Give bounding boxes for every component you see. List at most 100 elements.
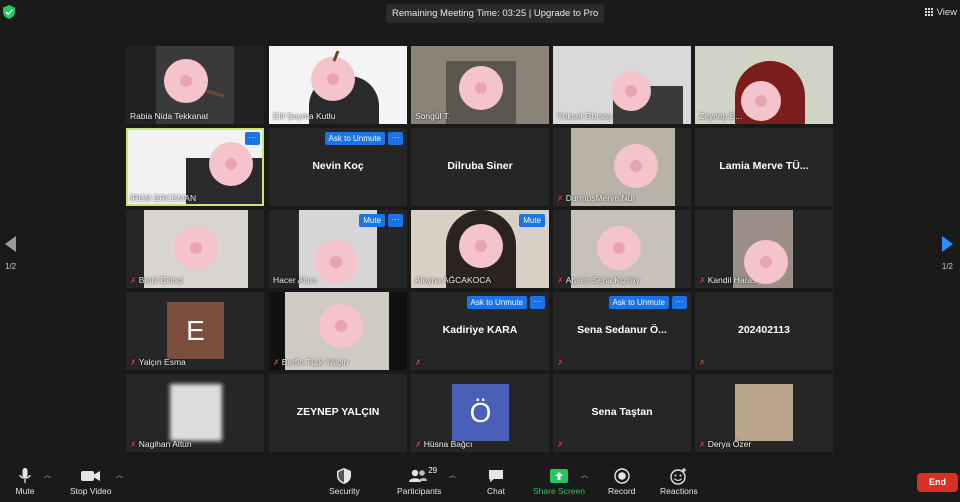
muted-mic-icon: ✗ xyxy=(415,439,422,449)
muted-mic-icon: ✗ xyxy=(415,358,422,367)
record-button[interactable]: Record xyxy=(608,466,635,496)
page-indicator-left: 1/2 xyxy=(5,262,17,271)
share-options-caret-icon[interactable]: ︿ xyxy=(581,470,588,480)
participant-tile[interactable]: Zeynep E... xyxy=(695,46,833,124)
muted-mic-icon: ✗ xyxy=(557,440,564,449)
arrow-left-icon[interactable] xyxy=(5,236,17,252)
participant-name: Sena Sedanur Ö... xyxy=(577,324,667,336)
participant-avatar xyxy=(170,384,222,441)
participant-tile[interactable]: ✗ Berfin Türk Yalçın xyxy=(269,292,407,370)
participant-name: Yüksel Gürsoy xyxy=(557,111,613,121)
muted-mic-icon: ✗ xyxy=(699,275,706,285)
arrow-right-icon[interactable] xyxy=(941,236,953,252)
muted-mic-icon: ✗ xyxy=(699,439,706,449)
participant-tile[interactable]: ✗ Derya Özer xyxy=(695,374,833,452)
participant-name: ✗ Hüsna Bağcı xyxy=(415,439,473,449)
participant-tile[interactable]: Ö ✗ Hüsna Bağcı xyxy=(411,374,549,452)
view-button[interactable]: View xyxy=(924,5,957,19)
participant-name: ✗ Berfin Türk Yalçın xyxy=(273,357,349,367)
end-meeting-button[interactable]: End xyxy=(917,473,958,492)
participant-tile[interactable]: ✗ Nagihan Altun xyxy=(126,374,264,452)
participant-tile[interactable]: Ask to Unmute ··· Kadiriye KARA ✗ xyxy=(411,292,549,370)
participant-tile[interactable]: Ask to Unmute ··· Nevin Koç xyxy=(269,128,407,206)
participant-tile[interactable]: Lamia Merve TÜ... xyxy=(695,128,833,206)
participant-tile[interactable]: Songül T. xyxy=(411,46,549,124)
participants-button[interactable]: 29 Participants xyxy=(397,466,441,496)
participant-tile[interactable]: E ✗ Yalçın Esma xyxy=(126,292,264,370)
meeting-timer-banner[interactable]: Remaining Meeting Time: 03:25 | Upgrade … xyxy=(386,4,605,23)
audio-options-caret-icon[interactable]: ︿ xyxy=(44,470,51,480)
participant-name: Dilruba Siner xyxy=(447,160,513,172)
participant-name: Elif Şeyma Kutlu xyxy=(273,111,336,121)
participant-tile-active-speaker[interactable]: ··· İREM ERCEMAN xyxy=(126,128,264,206)
participant-tile[interactable]: Sena Taştan ✗ xyxy=(553,374,691,452)
ask-to-unmute-button[interactable]: Ask to Unmute xyxy=(608,296,669,309)
participant-name: Nevin Koç xyxy=(312,160,364,172)
microphone-icon xyxy=(14,466,36,486)
mute-button[interactable]: Mute xyxy=(519,214,545,227)
stop-video-button[interactable]: Stop Video xyxy=(70,466,111,496)
more-options-button[interactable]: ··· xyxy=(388,214,403,227)
participant-name: ✗ Nagihan Altun xyxy=(130,439,192,449)
share-screen-button[interactable]: Share Screen xyxy=(533,466,585,496)
participant-tile[interactable]: Dilruba Siner xyxy=(411,128,549,206)
participant-name: ✗ Kandil Haras xyxy=(699,275,757,285)
more-options-button[interactable]: ··· xyxy=(530,296,545,309)
participant-name: ✗ DurmuşMerve Nur xyxy=(557,193,636,203)
participant-tile[interactable]: Mute ··· Hacer Altun xyxy=(269,210,407,288)
muted-mic-icon: ✗ xyxy=(557,193,564,203)
mute-button[interactable]: Mute xyxy=(359,214,385,227)
security-button[interactable]: Security xyxy=(329,466,360,496)
participant-video xyxy=(446,61,516,124)
muted-mic-icon: ✗ xyxy=(557,358,564,367)
participant-avatar: E xyxy=(167,302,224,359)
participant-tile[interactable]: Yüksel Gürsoy xyxy=(553,46,691,124)
participant-tile[interactable]: ✗ Betül Ekinci xyxy=(126,210,264,288)
video-options-caret-icon[interactable]: ︿ xyxy=(116,470,123,480)
participant-tile[interactable]: ✗ DurmuşMerve Nur xyxy=(553,128,691,206)
previous-page[interactable]: 1/2 xyxy=(5,236,16,271)
participant-name: 202402113 xyxy=(738,324,790,336)
participant-video xyxy=(613,86,683,124)
muted-mic-icon: ✗ xyxy=(557,275,564,285)
mute-button[interactable]: Mute xyxy=(14,466,36,496)
reaction-emoji-icon xyxy=(668,466,690,486)
security-shield-icon[interactable] xyxy=(3,5,15,19)
participant-tile[interactable]: Elif Şeyma Kutlu xyxy=(269,46,407,124)
page-indicator-right: 1/2 xyxy=(941,262,953,271)
chat-button[interactable]: Chat xyxy=(485,466,507,496)
participant-tile[interactable]: ZEYNEP YALÇIN xyxy=(269,374,407,452)
more-options-button[interactable]: ··· xyxy=(388,132,403,145)
participant-name: ZEYNEP YALÇIN xyxy=(296,406,380,418)
participant-tile[interactable]: Rabia Nida Tekkanat xyxy=(126,46,264,124)
gallery-view: Rabia Nida Tekkanat Elif Şeyma Kutlu Son… xyxy=(126,46,833,454)
participant-avatar: Ö xyxy=(452,384,509,441)
reactions-button[interactable]: Reactions xyxy=(660,466,698,496)
security-shield-icon xyxy=(333,466,355,486)
participant-name: ✗ Yalçın Esma xyxy=(130,357,186,367)
video-camera-icon xyxy=(80,466,102,486)
chat-bubble-icon xyxy=(485,466,507,486)
participant-tile[interactable]: Mute Aleyna AĞCAKOCA xyxy=(411,210,549,288)
participant-tile[interactable]: 202402113 ✗ xyxy=(695,292,833,370)
ask-to-unmute-button[interactable]: Ask to Unmute xyxy=(324,132,385,145)
record-icon xyxy=(611,466,633,486)
ask-to-unmute-button[interactable]: Ask to Unmute xyxy=(466,296,527,309)
participant-tile[interactable]: ✗ Ahsen Sena Kızılay xyxy=(553,210,691,288)
participant-tile[interactable]: Ask to Unmute ··· Sena Sedanur Ö... ✗ xyxy=(553,292,691,370)
view-label: View xyxy=(936,6,957,18)
participant-name: Aleyna AĞCAKOCA xyxy=(415,275,492,285)
participants-icon: 29 xyxy=(408,466,437,486)
participant-name: İREM ERCEMAN xyxy=(130,193,197,203)
more-options-button[interactable]: ··· xyxy=(672,296,687,309)
muted-mic-icon: ✗ xyxy=(130,275,137,285)
share-screen-icon xyxy=(548,466,570,486)
muted-mic-icon: ✗ xyxy=(130,357,137,367)
top-bar: Remaining Meeting Time: 03:25 | Upgrade … xyxy=(0,0,960,26)
participant-video xyxy=(186,158,262,204)
next-page[interactable]: 1/2 xyxy=(942,236,953,271)
more-options-button[interactable]: ··· xyxy=(245,132,260,145)
participant-name: ✗ Betül Ekinci xyxy=(130,275,184,285)
participants-options-caret-icon[interactable]: ︿ xyxy=(449,470,456,480)
participant-tile[interactable]: ✗ Kandil Haras xyxy=(695,210,833,288)
